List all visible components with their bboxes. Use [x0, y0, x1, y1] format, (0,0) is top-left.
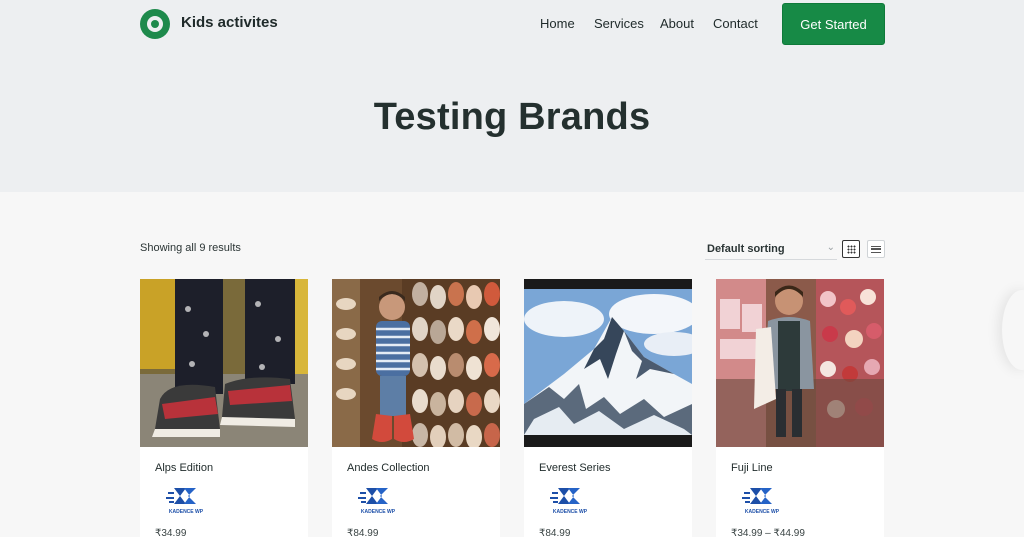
product-card[interactable]: Everest Series KADENCE WP ₹84.99 [524, 279, 692, 537]
svg-text:KADENCE WP: KADENCE WP [553, 509, 588, 515]
site-logo-icon[interactable] [140, 9, 170, 39]
page-hero: Testing Brands [0, 48, 1024, 192]
product-price: ₹84.99 [539, 528, 571, 537]
product-image[interactable] [332, 279, 500, 447]
grid-icon [846, 244, 856, 254]
nav-services[interactable]: Services [594, 16, 644, 31]
product-name[interactable]: Andes Collection [347, 462, 430, 474]
product-image[interactable] [524, 279, 692, 447]
kadence-brand-icon[interactable]: KADENCE WP [742, 485, 782, 519]
nav-home[interactable]: Home [540, 16, 575, 31]
kadence-brand-icon[interactable]: KADENCE WP [550, 485, 590, 519]
site-header: Kids activites Home Services About Conta… [0, 0, 1024, 48]
product-price: ₹34.99 [155, 528, 187, 537]
product-image[interactable] [140, 279, 308, 447]
sorting-label: Default sorting [707, 243, 785, 255]
list-view-button[interactable] [867, 240, 885, 258]
product-card[interactable]: Fuji Line KADENCE WP ₹34.99 – ₹44.99 [716, 279, 884, 537]
product-price: ₹34.99 – ₹44.99 [731, 528, 805, 537]
sorting-select[interactable]: Default sorting ⌄ [705, 240, 837, 260]
product-price: ₹84.99 [347, 528, 379, 537]
result-count: Showing all 9 results [140, 242, 241, 254]
svg-text:KADENCE WP: KADENCE WP [745, 509, 780, 515]
list-icon [871, 245, 881, 253]
product-card[interactable]: Andes Collection KADENCE WP ₹84.99 [332, 279, 500, 537]
product-name[interactable]: Alps Edition [155, 462, 213, 474]
kadence-brand-icon[interactable]: KADENCE WP [358, 485, 398, 519]
product-name[interactable]: Everest Series [539, 462, 611, 474]
nav-about[interactable]: About [660, 16, 694, 31]
site-title[interactable]: Kids activites [181, 14, 278, 31]
chevron-down-icon: ⌄ [826, 242, 835, 253]
product-image[interactable] [716, 279, 884, 447]
page-title: Testing Brands [373, 96, 651, 138]
svg-text:KADENCE WP: KADENCE WP [169, 509, 204, 515]
product-card[interactable]: Alps Edition KADENCE WP ₹34.99 [140, 279, 308, 537]
kadence-brand-icon[interactable]: KADENCE WP [166, 485, 206, 519]
svg-text:KADENCE WP: KADENCE WP [361, 509, 396, 515]
get-started-button[interactable]: Get Started [782, 3, 885, 45]
scroll-edge-decoration [1002, 290, 1024, 370]
nav-contact[interactable]: Contact [713, 16, 758, 31]
grid-view-button[interactable] [842, 240, 860, 258]
logo-dot [151, 20, 159, 28]
product-name[interactable]: Fuji Line [731, 462, 773, 474]
